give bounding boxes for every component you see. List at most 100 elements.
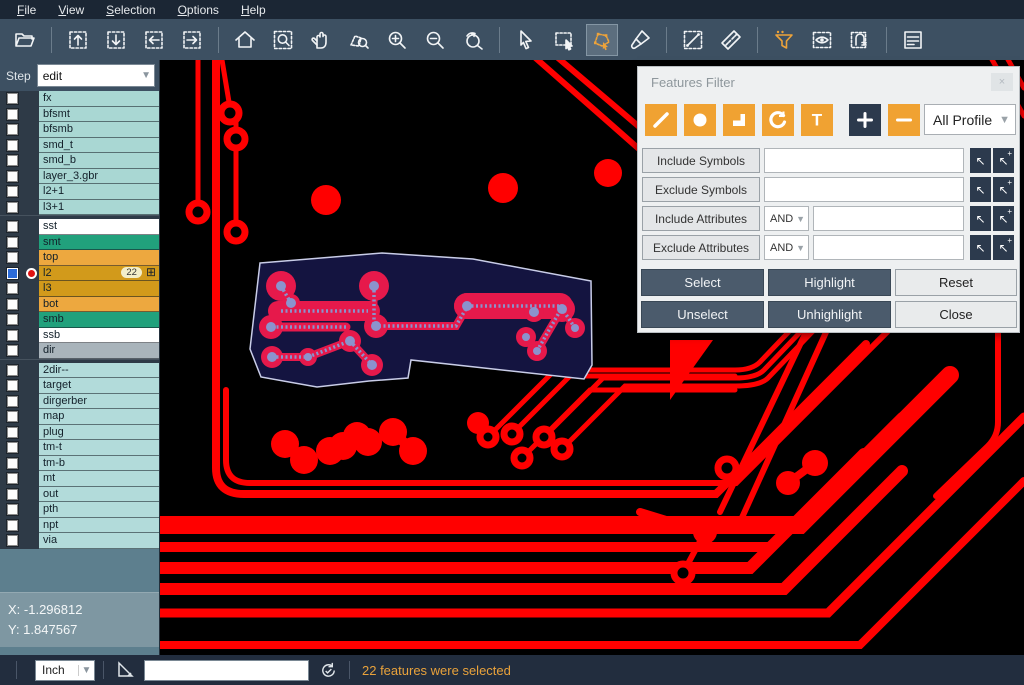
active-layer-indicator-cell[interactable] — [24, 91, 39, 107]
layer-checkbox[interactable] — [7, 314, 18, 325]
layer-row-smd_t[interactable]: smd_t — [0, 138, 159, 154]
layer-row-pth[interactable]: pth — [0, 502, 159, 518]
active-layer-indicator-cell[interactable] — [24, 533, 39, 549]
zoom-in-button[interactable] — [381, 24, 413, 56]
include-attributes-operator[interactable]: AND ▼ — [764, 206, 809, 231]
panel-button[interactable] — [897, 24, 929, 56]
layer-checkbox[interactable] — [7, 535, 18, 546]
layer-label[interactable]: layer_3.gbr — [39, 169, 159, 185]
snap-button[interactable] — [844, 24, 876, 56]
surface-feature-button[interactable] — [723, 104, 755, 136]
reset-button[interactable]: Reset — [895, 269, 1017, 296]
layer-row-bfsmt[interactable]: bfsmt — [0, 107, 159, 123]
layer-label[interactable]: l3 — [39, 281, 159, 297]
active-layer-indicator-cell[interactable] — [24, 487, 39, 503]
sync-check-icon[interactable] — [315, 661, 341, 680]
grid-icon[interactable]: ⊞ — [146, 267, 156, 278]
polygon-select-button[interactable] — [586, 24, 618, 56]
layer-row-fx[interactable]: fx — [0, 91, 159, 107]
layer-checkbox[interactable] — [7, 93, 18, 104]
active-layer-indicator-cell[interactable] — [24, 250, 39, 266]
unhighlight-button[interactable]: Unhighlight — [768, 301, 891, 328]
exclude-symbols-button[interactable]: Exclude Symbols — [642, 177, 760, 202]
layer-label[interactable]: fx — [39, 91, 159, 107]
active-layer-indicator-cell[interactable] — [24, 328, 39, 344]
layer-label[interactable]: bfsmb — [39, 122, 159, 138]
layer-label[interactable]: smd_b — [39, 153, 159, 169]
layer-row-smt[interactable]: smt — [0, 235, 159, 251]
pick-symbol-icon[interactable]: ↖ — [970, 148, 991, 173]
layer-checkbox[interactable] — [7, 252, 18, 263]
layer-label[interactable]: via — [39, 533, 159, 549]
layer-row-target[interactable]: target — [0, 378, 159, 394]
active-layer-indicator-cell[interactable] — [24, 409, 39, 425]
active-layer-indicator-cell[interactable] — [24, 153, 39, 169]
zoom-previous-button[interactable] — [457, 24, 489, 56]
layer-label[interactable]: sst — [39, 219, 159, 235]
active-layer-indicator-cell[interactable] — [24, 107, 39, 123]
plus-feature-button[interactable] — [849, 104, 881, 136]
active-layer-indicator-cell[interactable] — [24, 281, 39, 297]
layer-checkbox[interactable] — [7, 330, 18, 341]
unit-select[interactable]: Inch ▼ — [35, 660, 95, 681]
layer-label[interactable]: mt — [39, 471, 159, 487]
active-layer-indicator-cell[interactable] — [24, 169, 39, 185]
text-feature-button[interactable]: T — [801, 104, 833, 136]
layer-row-smd_b[interactable]: smd_b — [0, 153, 159, 169]
active-layer-indicator-cell[interactable] — [24, 200, 39, 216]
active-layer-indicator-cell[interactable] — [24, 440, 39, 456]
select-button[interactable]: Select — [641, 269, 764, 296]
layer-row-tm-t[interactable]: tm-t — [0, 440, 159, 456]
rect-select-button[interactable] — [548, 24, 580, 56]
layer-checkbox[interactable] — [7, 365, 18, 376]
exclude-attributes-operator[interactable]: AND ▼ — [764, 235, 809, 260]
unselect-button[interactable]: Unselect — [641, 301, 764, 328]
view-eye-button[interactable] — [806, 24, 838, 56]
active-layer-indicator-cell[interactable] — [24, 138, 39, 154]
zoom-window-button[interactable] — [343, 24, 375, 56]
layer-row-smb[interactable]: smb — [0, 312, 159, 328]
layer-checkbox[interactable] — [7, 489, 18, 500]
layer-label[interactable]: ssb — [39, 328, 159, 344]
layer-row-tm-b[interactable]: tm-b — [0, 456, 159, 472]
zoom-out-button[interactable] — [419, 24, 451, 56]
layer-row-plug[interactable]: plug — [0, 425, 159, 441]
include-symbols-field[interactable] — [764, 148, 964, 173]
close-icon[interactable]: × — [991, 73, 1013, 91]
step-select[interactable]: edit ▼ — [37, 64, 155, 87]
layer-checkbox[interactable] — [7, 237, 18, 248]
pick-add-symbol-icon[interactable]: ↖+ — [993, 148, 1014, 173]
include-attributes-button[interactable]: Include Attributes — [642, 206, 760, 231]
exclude-attributes-button[interactable]: Exclude Attributes — [642, 235, 760, 260]
active-layer-indicator-cell[interactable] — [24, 235, 39, 251]
layer-checkbox[interactable] — [7, 396, 18, 407]
selection-region[interactable] — [250, 253, 592, 387]
layer-row-l2+1[interactable]: l2+1 — [0, 184, 159, 200]
layer-row-out[interactable]: out — [0, 487, 159, 503]
layer-row-2dir--[interactable]: 2dir-- — [0, 363, 159, 379]
layer-row-ssb[interactable]: ssb — [0, 328, 159, 344]
layer-checkbox[interactable] — [7, 202, 18, 213]
pick-attribute-icon[interactable]: ↖ — [970, 235, 991, 260]
layer-row-l3[interactable]: l3 — [0, 281, 159, 297]
layer-row-mt[interactable]: mt — [0, 471, 159, 487]
layer-checkbox[interactable] — [7, 221, 18, 232]
pick-add-attribute-icon[interactable]: ↖+ — [993, 206, 1014, 231]
active-layer-indicator-cell[interactable] — [24, 297, 39, 313]
layer-label[interactable]: smd_t — [39, 138, 159, 154]
menu-view[interactable]: View — [47, 3, 95, 17]
command-input[interactable] — [144, 660, 309, 681]
measure-button[interactable] — [677, 24, 709, 56]
layer-checkbox[interactable] — [7, 458, 18, 469]
layer-row-bfsmb[interactable]: bfsmb — [0, 122, 159, 138]
layer-label[interactable]: tm-t — [39, 440, 159, 456]
layer-checkbox[interactable] — [7, 411, 18, 422]
layer-label[interactable]: l3+1 — [39, 200, 159, 216]
active-layer-indicator-cell[interactable] — [24, 343, 39, 359]
open-folder-button[interactable] — [9, 24, 41, 56]
menu-options[interactable]: Options — [167, 3, 230, 17]
active-layer-indicator-cell[interactable] — [24, 518, 39, 534]
layer-row-layer_3.gbr[interactable]: layer_3.gbr — [0, 169, 159, 185]
layer-label[interactable]: l2+1 — [39, 184, 159, 200]
layer-row-sst[interactable]: sst — [0, 219, 159, 235]
